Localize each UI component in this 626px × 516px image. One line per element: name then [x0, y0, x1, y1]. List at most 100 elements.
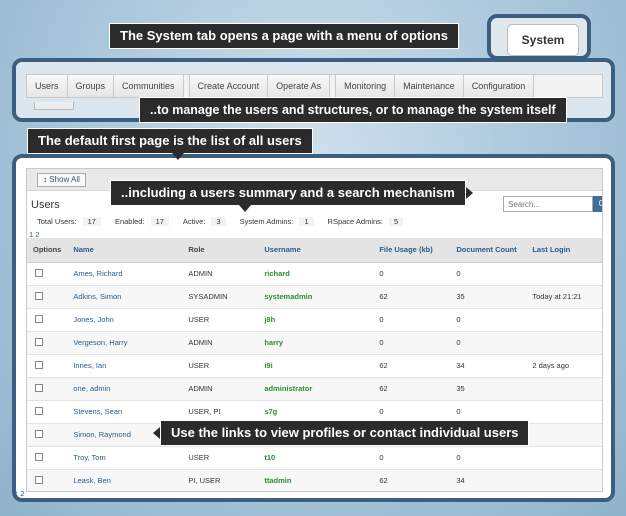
- row-checkbox[interactable]: [35, 314, 43, 323]
- user-role: USER: [182, 446, 259, 470]
- user-name-link[interactable]: Jones, John: [67, 308, 183, 332]
- user-name-link[interactable]: Ames, Richard: [67, 262, 183, 286]
- show-all-button[interactable]: ↕ Show All: [37, 173, 86, 187]
- callout-summary: ..including a users summary and a search…: [110, 180, 473, 212]
- col-file-usage[interactable]: File Usage (kb): [373, 238, 451, 263]
- summary-label: System Admins:: [239, 217, 294, 226]
- user-name-link[interactable]: Troy, Tom: [67, 446, 183, 470]
- callout-text: Use the links to view profiles or contac…: [171, 425, 519, 440]
- user-role: SYSADMIN: [182, 285, 259, 309]
- summary-label: Active:: [182, 217, 206, 226]
- row-checkbox-cell[interactable]: [27, 469, 68, 491]
- expand-icon: ↕: [43, 175, 47, 184]
- user-last-login: [526, 262, 602, 286]
- user-document-count: 0: [450, 331, 527, 355]
- row-checkbox[interactable]: [35, 475, 43, 484]
- user-document-count: 34: [450, 354, 527, 378]
- user-document-count: 0: [450, 262, 527, 286]
- row-checkbox-cell[interactable]: [27, 308, 68, 332]
- system-menu-bar: Users Groups Communities Create Account …: [26, 74, 603, 98]
- user-last-login: [526, 308, 602, 332]
- user-username-link[interactable]: administrator: [258, 377, 374, 401]
- user-name-link[interactable]: Vergeson, Harry: [67, 331, 183, 355]
- user-last-login: [526, 377, 602, 401]
- menu-item-configuration[interactable]: Configuration: [463, 75, 535, 97]
- user-role: USER: [182, 354, 259, 378]
- menu-item-create-account[interactable]: Create Account: [189, 75, 269, 97]
- callout-text: The System tab opens a page with a menu …: [120, 28, 448, 43]
- user-username-link[interactable]: j8h: [258, 308, 374, 332]
- users-table-body: Ames, Richard ADMIN richard 0 0 Adkins, Simon…: [27, 262, 602, 491]
- col-last-login[interactable]: Last Login: [526, 238, 602, 263]
- row-checkbox-cell[interactable]: [27, 331, 68, 355]
- table-row: Jones, John USER j8h 0 0: [27, 308, 602, 332]
- search-input[interactable]: [503, 196, 593, 212]
- user-role: ADMIN: [182, 331, 259, 355]
- user-username-link[interactable]: i9i: [258, 354, 374, 378]
- row-checkbox[interactable]: [35, 360, 43, 369]
- row-checkbox[interactable]: [35, 383, 43, 392]
- callout-system-tab: The System tab opens a page with a menu …: [109, 23, 459, 49]
- user-username-link[interactable]: richard: [258, 262, 374, 286]
- row-checkbox[interactable]: [35, 291, 43, 300]
- user-username-link[interactable]: t10: [258, 446, 374, 470]
- col-name[interactable]: Name: [67, 238, 183, 263]
- callout-tail: [239, 205, 251, 212]
- user-username-link[interactable]: systemadmin: [258, 285, 374, 309]
- row-checkbox[interactable]: [35, 406, 43, 415]
- users-table: Options Name Role Username File Usage (k…: [27, 238, 602, 491]
- user-username-link[interactable]: harry: [258, 331, 374, 355]
- table-row: Adkins, Simon SYSADMIN systemadmin 62 35 Toda…: [27, 285, 602, 309]
- row-checkbox-cell[interactable]: [27, 446, 68, 470]
- summary-value: 5: [389, 217, 404, 226]
- callout-tail: [465, 187, 473, 199]
- user-file-usage: 62: [373, 285, 451, 309]
- user-document-count: 35: [450, 377, 527, 401]
- col-username[interactable]: Username: [258, 238, 374, 263]
- user-role: ADMIN: [182, 262, 259, 286]
- row-checkbox-cell[interactable]: [27, 400, 68, 424]
- summary-label: RSpace Admins:: [327, 217, 383, 226]
- user-name-link[interactable]: Innes, Ian: [67, 354, 183, 378]
- user-name-link[interactable]: Leask, Ben: [67, 469, 183, 491]
- summary-label: Total Users:: [37, 217, 77, 226]
- user-document-count: 0: [450, 446, 527, 470]
- row-checkbox-cell[interactable]: [27, 354, 68, 378]
- row-checkbox[interactable]: [35, 429, 43, 438]
- table-header-row: Options Name Role Username File Usage (k…: [27, 238, 602, 263]
- row-checkbox[interactable]: [35, 452, 43, 461]
- menu-item-operate-as[interactable]: Operate As: [268, 75, 331, 97]
- pagination-bottom[interactable]: 1 2: [14, 489, 24, 498]
- summary-value: 1: [299, 217, 314, 226]
- page-title: Users: [31, 199, 60, 211]
- show-all-label: Show All: [49, 175, 80, 184]
- callout-text: ..including a users summary and a search…: [121, 185, 455, 200]
- user-file-usage: 0: [373, 262, 451, 286]
- callout-links: Use the links to view profiles or contac…: [153, 420, 530, 446]
- menu-item-monitoring[interactable]: Monitoring: [336, 75, 396, 97]
- menu-item-communities[interactable]: Communities: [114, 75, 184, 97]
- user-username-link[interactable]: ttadmin: [258, 469, 374, 491]
- row-checkbox[interactable]: [35, 268, 43, 277]
- user-file-usage: 0: [373, 308, 451, 332]
- user-last-login: [526, 331, 602, 355]
- user-last-login: [526, 446, 602, 470]
- row-checkbox-cell[interactable]: [27, 377, 68, 401]
- row-checkbox[interactable]: [35, 337, 43, 346]
- user-file-usage: 0: [373, 446, 451, 470]
- row-checkbox-cell[interactable]: [27, 423, 68, 447]
- col-options: Options: [27, 238, 68, 263]
- menu-item-maintenance[interactable]: Maintenance: [395, 75, 464, 97]
- row-checkbox-cell[interactable]: [27, 285, 68, 309]
- col-document-count[interactable]: Document Count: [450, 238, 527, 263]
- users-page-frame: ↕ Show All Users Go Total Users: 17 Enab…: [12, 154, 615, 502]
- search-go-button[interactable]: Go: [593, 196, 602, 212]
- row-checkbox-cell[interactable]: [27, 262, 68, 286]
- menu-item-users[interactable]: Users: [27, 75, 68, 97]
- user-name-link[interactable]: Adkins, Simon: [67, 285, 183, 309]
- system-tab[interactable]: System: [507, 24, 579, 56]
- user-name-link[interactable]: one, admin: [67, 377, 183, 401]
- table-row: one, admin ADMIN administrator 62 35: [27, 377, 602, 401]
- user-file-usage: 0: [373, 331, 451, 355]
- menu-item-groups[interactable]: Groups: [67, 75, 115, 97]
